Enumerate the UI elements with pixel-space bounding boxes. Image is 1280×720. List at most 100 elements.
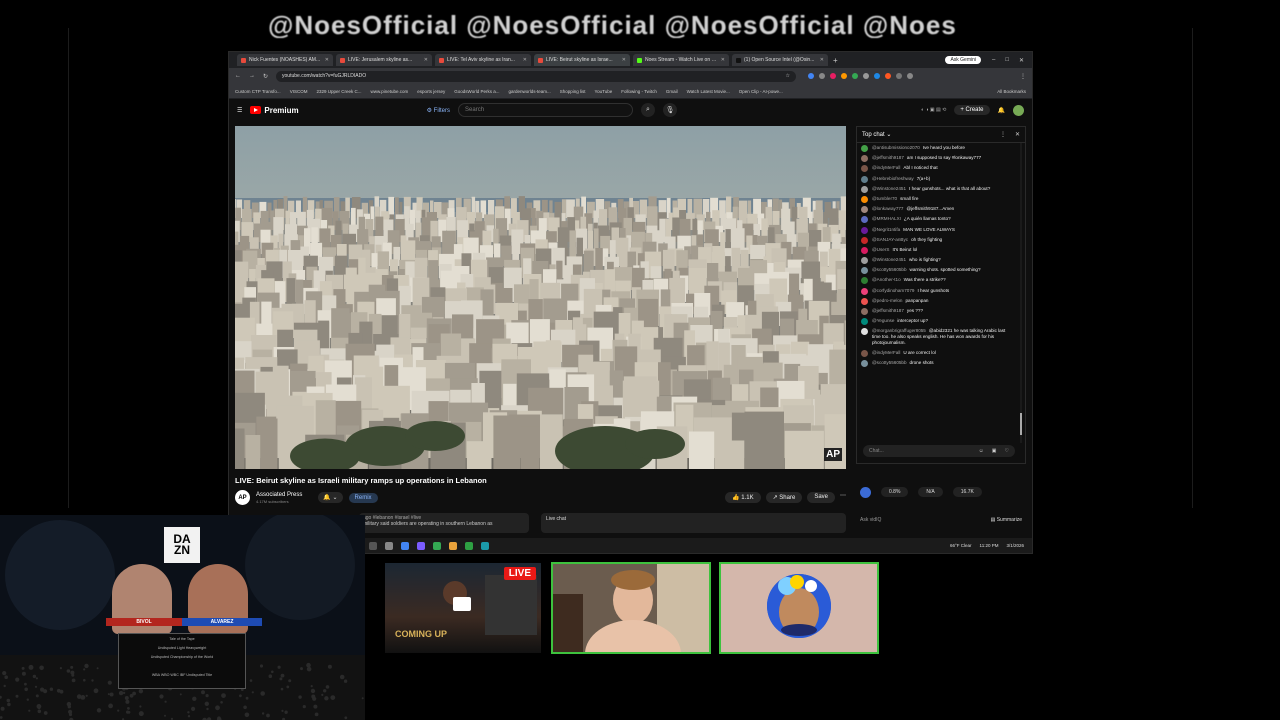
browser-tab[interactable]: Nick Fuentes (NOASHES) AM... ✕ — [237, 54, 333, 66]
bookmark-item[interactable]: VISCOM — [290, 89, 308, 94]
search-icon[interactable]: ⌕ — [641, 103, 656, 117]
bookmark-item[interactable]: YouTube — [595, 89, 613, 94]
chat-username[interactable]: @SANJAY-anByc — [872, 237, 908, 242]
forward-icon[interactable]: → — [249, 73, 255, 79]
browser-tab[interactable]: LIVE: Jerusalem skyline as... ✕ — [336, 54, 432, 66]
extension-icons[interactable] — [808, 73, 914, 79]
summarize-button[interactable]: ▤ Summarize — [991, 517, 1022, 523]
chat-username[interactable]: @Another-t1o — [872, 277, 901, 282]
system-tray[interactable]: 66°F Clear 11:20 PM 3/1/2026 — [950, 543, 1024, 548]
taskbar-app-icon[interactable] — [385, 541, 393, 550]
chat-username[interactable]: @indyMerFall — [872, 350, 900, 355]
chat-close-icon[interactable]: ✕ — [1015, 131, 1020, 138]
bookmark-star-icon[interactable]: ☆ — [786, 73, 790, 79]
all-bookmarks[interactable]: All Bookmarks — [997, 89, 1026, 94]
like-button[interactable]: 👍 1.1K — [725, 492, 761, 503]
emoji-icon[interactable]: ☺ — [979, 448, 984, 454]
chat-username[interactable]: @Yegunse — [872, 318, 894, 323]
new-tab-button[interactable]: + — [833, 56, 838, 65]
chat-message[interactable]: @corfydinoham7079 I hear gunshots — [861, 287, 1015, 295]
tab-close-icon[interactable]: ✕ — [325, 57, 329, 63]
chat-message[interactable]: @pedro-melon panpanpan — [861, 297, 1015, 305]
chat-message[interactable]: @lonkaway777 @jeffsmith9187...Amen — [861, 206, 1015, 214]
browser-tab[interactable]: (1) Open Source Intel (@Osin... ✕ — [732, 54, 828, 66]
chat-message[interactable]: @MRMHALXI ¿A quién llamas tonto? — [861, 216, 1015, 224]
chat-message[interactable]: @Hebrebiofreshway 7(a+b) — [861, 175, 1015, 183]
chat-message[interactable]: @Another-t1o Was there a strike?? — [861, 277, 1015, 285]
chat-message[interactable]: @indyMerFall U are correct lol — [861, 349, 1015, 357]
taskbar-app-icon[interactable] — [417, 541, 425, 550]
hamburger-icon[interactable]: ☰ — [237, 107, 242, 114]
reload-icon[interactable]: ↻ — [263, 73, 268, 80]
minimize-icon[interactable]: – — [992, 57, 995, 64]
search-input[interactable]: Search — [458, 103, 634, 117]
save-button[interactable]: Save — [807, 492, 835, 503]
chat-username[interactable]: @Hebrebiofreshway — [872, 176, 914, 181]
description-box[interactable]: ago #lebanon #israel #live military said… — [359, 513, 529, 533]
live-chat-replay[interactable]: Live chat — [541, 513, 846, 533]
chat-message[interactable]: @jeffsmith9187 yes ??? — [861, 308, 1015, 315]
create-button[interactable]: + Create — [954, 105, 990, 115]
channel-avatar[interactable]: AP — [235, 490, 250, 505]
mic-icon[interactable]: 🎙 — [663, 103, 678, 117]
chat-username[interactable]: @lonkaway777 — [872, 206, 903, 211]
super-chat-icon[interactable]: ▣ — [992, 448, 997, 454]
chat-message[interactable]: @Winstone2451 who is fighting? — [861, 257, 1015, 265]
ask-gemini-button[interactable]: Ask Gemini — [945, 56, 981, 64]
close-icon[interactable]: ✕ — [1019, 57, 1024, 64]
bookmark-item[interactable]: Shopping list — [560, 89, 586, 94]
more-icon[interactable]: ⋯ — [840, 492, 846, 503]
chat-username[interactable]: @Winstone2451 — [872, 257, 906, 262]
chat-message[interactable]: @antisubmissiono2070 Ive heard you before — [861, 145, 1015, 152]
tab-close-icon[interactable]: ✕ — [820, 57, 824, 63]
tab-close-icon[interactable]: ✕ — [721, 57, 725, 63]
chat-username[interactable]: @antisubmissiono2070 — [872, 145, 920, 150]
tab-close-icon[interactable]: ✕ — [622, 57, 626, 63]
chat-scrollbar[interactable] — [1020, 143, 1022, 443]
chat-message[interactable]: @morganbrigraffuger8055 @abid2321 he was … — [861, 328, 1015, 346]
chat-message[interactable]: @tumbler70 small fire — [861, 195, 1015, 203]
taskbar-app-icon[interactable] — [481, 541, 489, 550]
chat-username[interactable]: @UserS — [872, 247, 889, 252]
chat-input[interactable]: Chat... ☺ ▣ ♡ — [863, 445, 1015, 457]
bookmark-item[interactable]: gardenworlds-team... — [508, 89, 550, 94]
bookmark-item[interactable]: Gmail — [666, 89, 678, 94]
chat-message[interactable]: @Yegunse interceptor up? — [861, 318, 1015, 326]
bookmark-item[interactable]: esports jersey — [417, 89, 445, 94]
tab-close-icon[interactable]: ✕ — [523, 57, 527, 63]
browser-tab[interactable]: LIVE: Tel Aviv skyline as Iran... ✕ — [435, 54, 531, 66]
chat-username[interactable]: @Winstone2451 — [872, 186, 906, 191]
browser-tab[interactable]: Noes Stream - Watch Live on K... ✕ — [633, 54, 729, 66]
filters-button[interactable]: ⚙ Filters — [427, 107, 450, 114]
bookmark-item[interactable]: GoodsWorld Perks a... — [454, 89, 499, 94]
chat-menu-icon[interactable]: ⋮ — [1000, 131, 1006, 138]
youtube-logo[interactable]: Premium — [250, 106, 299, 115]
taskbar-app-icon[interactable] — [433, 541, 441, 550]
chat-message[interactable]: @jeffsmith9187 am I supposed to say #lonk… — [861, 155, 1015, 163]
channel-name[interactable]: Associated Press — [256, 492, 302, 498]
top-chat-dropdown[interactable]: Top chat ⌄ — [862, 131, 891, 138]
bookmark-item[interactable]: Open Clip - AI-powe... — [739, 89, 783, 94]
maximize-icon[interactable]: □ — [1005, 57, 1009, 64]
chat-message[interactable]: @scotty55605bb warning shots. spotted som… — [861, 267, 1015, 275]
share-button[interactable]: ↗ Share — [765, 492, 803, 503]
chat-message[interactable]: @indyMerFall Abl I noticed that — [861, 165, 1015, 173]
toolbar-icons[interactable]: ◐ ◑ ▣ ▤ ⟲ — [921, 107, 946, 113]
subscribe-bell-button[interactable]: 🔔 ⌄ — [318, 492, 343, 503]
browser-tab[interactable]: LIVE: Beirut skyline as Israe... ✕ — [534, 54, 630, 66]
chat-message[interactable]: @scotty55605bb drone shots — [861, 359, 1015, 367]
chat-username[interactable]: @pedro-melon — [872, 298, 902, 303]
chat-username[interactable]: @corfydinoham7079 — [872, 288, 914, 293]
chat-username[interactable]: @jeffsmith9187 — [872, 308, 904, 313]
remix-button[interactable]: Remix — [348, 492, 378, 503]
video-player[interactable]: AP — [235, 126, 846, 469]
bookmark-item[interactable]: Custom CTP Transfo... — [235, 89, 281, 94]
bookmark-item[interactable]: www.pinetube.com — [370, 89, 408, 94]
chat-username[interactable]: @morganbrigraffuger8055 — [872, 328, 926, 333]
start-icon[interactable] — [369, 541, 377, 550]
heart-icon[interactable]: ♡ — [1005, 448, 1009, 454]
menu-icon[interactable]: ⋮ — [1020, 73, 1026, 80]
chat-username[interactable]: @indyMerFall — [872, 165, 900, 170]
bookmark-item[interactable]: Following - Twitch — [621, 89, 657, 94]
bookmark-item[interactable]: Watch Latest Movie... — [687, 89, 730, 94]
